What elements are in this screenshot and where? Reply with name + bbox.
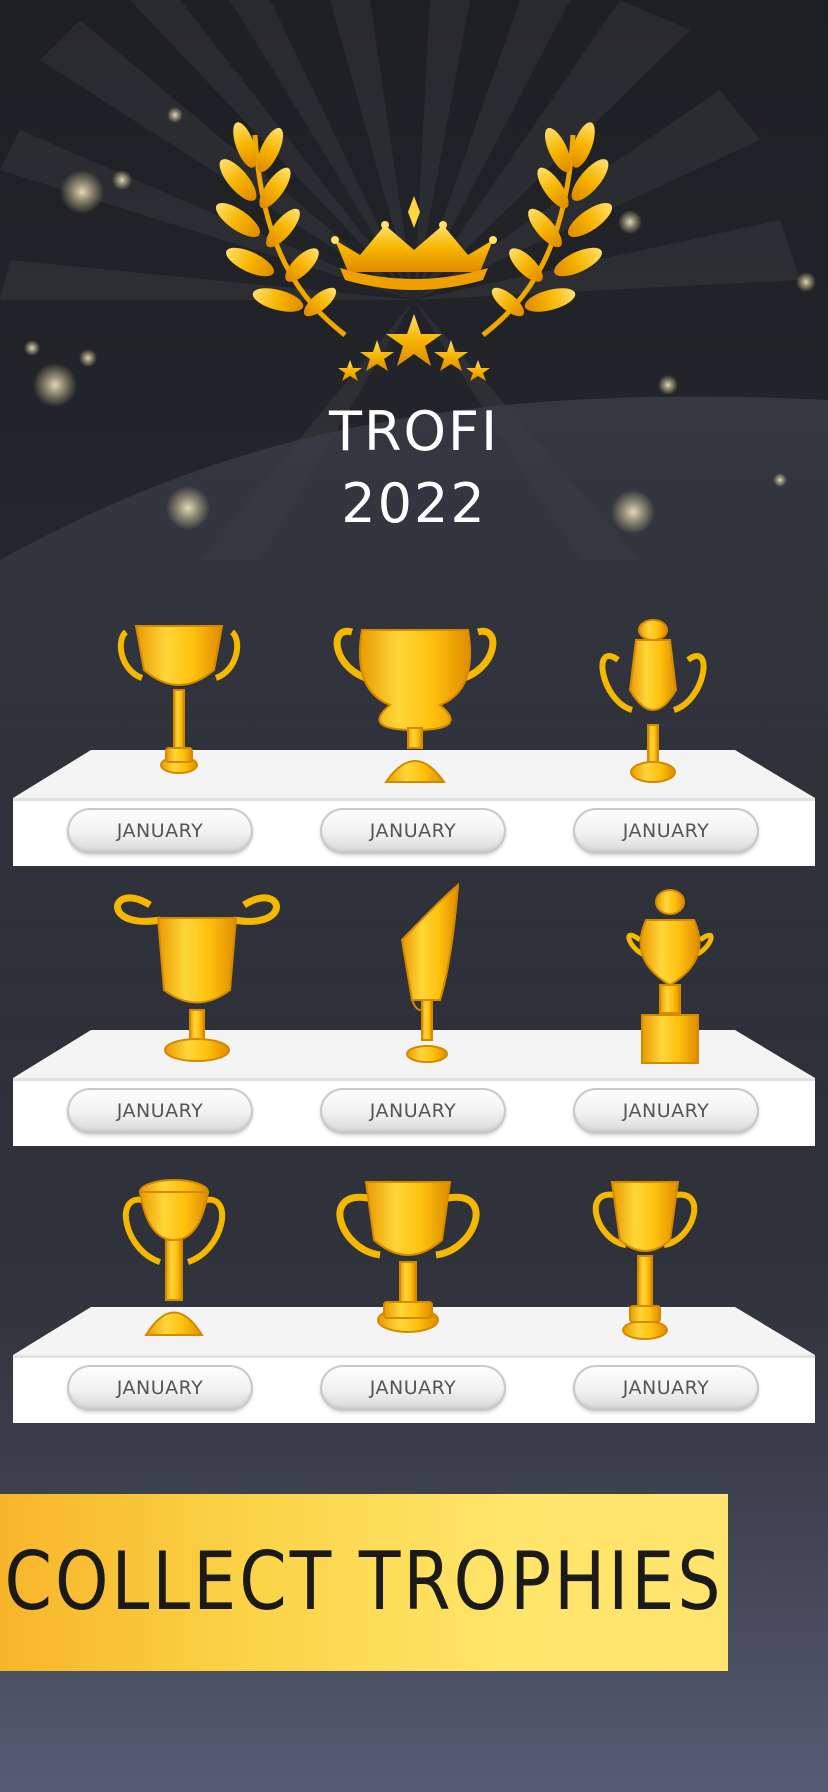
- trophy-plaque: JANUARY: [67, 808, 253, 854]
- trophy-shelf: JANUARY JANUARY JANUARY: [13, 750, 815, 866]
- trophy-plaque: JANUARY: [320, 1088, 506, 1134]
- page-title-line1: TROFI: [329, 400, 499, 463]
- trophy-plaque: JANUARY: [320, 808, 506, 854]
- collect-trophies-banner: COLLECT TROPHIES: [0, 1494, 728, 1671]
- trophy-plaque: JANUARY: [320, 1365, 506, 1411]
- laurel-wreath-icon: [481, 122, 613, 337]
- trophy-plaque: JANUARY: [67, 1365, 253, 1411]
- trophy-plaque: JANUARY: [573, 1088, 759, 1134]
- trophy-plaque: JANUARY: [573, 808, 759, 854]
- banner-text: COLLECT TROPHIES: [4, 1535, 724, 1630]
- page-title-line2: 2022: [341, 472, 487, 535]
- star-icon: [338, 314, 490, 381]
- trophy-shelf: JANUARY JANUARY JANUARY: [13, 1307, 815, 1423]
- laurel-wreath-icon: [215, 122, 347, 337]
- crown-icon: [331, 196, 497, 290]
- trophy-plaque: JANUARY: [67, 1088, 253, 1134]
- trophy-shelf: JANUARY JANUARY JANUARY: [13, 1030, 815, 1146]
- trophy-plaque: JANUARY: [573, 1365, 759, 1411]
